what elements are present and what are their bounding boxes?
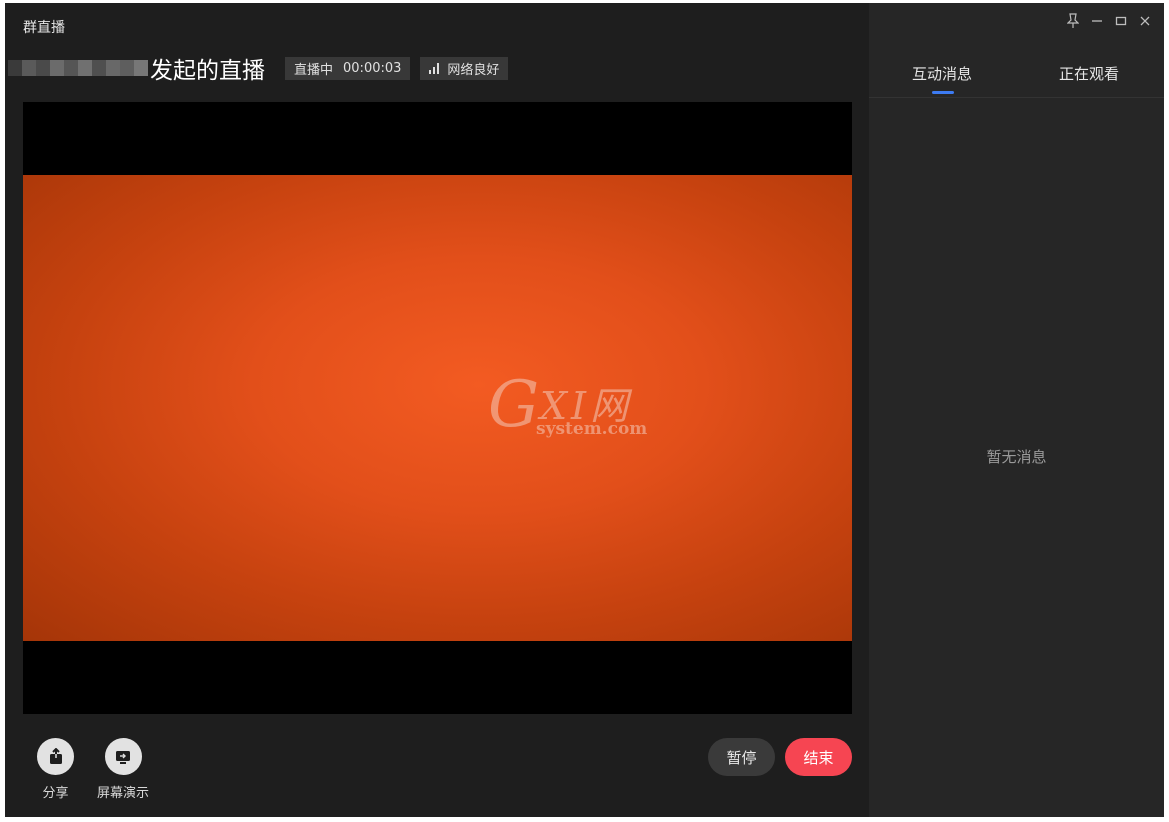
sidebar-panel: 互动消息 正在观看 暂无消息 [869,3,1164,817]
screen-share-label: 屏幕演示 [97,786,150,801]
mosaic-block [64,60,78,76]
mosaic-block [78,60,92,76]
active-tab-indicator [932,91,954,94]
end-button[interactable]: 结束 [785,738,852,776]
mosaic-block [92,60,106,76]
mosaic-block [36,60,50,76]
mosaic-block [106,60,120,76]
mosaic-block [50,60,64,76]
host-info-row: 发起的直播 直播中 00:00:03 网络良好 [5,51,509,85]
pin-icon[interactable] [1066,13,1080,29]
live-stream-window: 群直播 发起的直播 直播中 00:00:03 网络良好 G XI网 system… [5,3,1164,817]
pause-button[interactable]: 暂停 [708,738,775,776]
live-status-badge: 直播中 00:00:03 [285,56,411,80]
mosaic-block [8,60,22,76]
network-status-badge: 网络良好 [420,56,509,80]
live-status-label: 直播中 [294,62,334,78]
live-main-panel: 群直播 发起的直播 直播中 00:00:03 网络良好 G XI网 system… [5,3,869,817]
screen-share-icon[interactable] [104,738,142,775]
mosaic-block [134,60,148,76]
tab-now-watching[interactable]: 正在观看 [1059,63,1119,84]
mosaic-block [120,60,134,76]
signal-bars-icon [429,62,440,74]
sidebar-tabs: 互动消息 正在观看 [869,55,1164,98]
video-stage: G XI网 system.com [23,102,852,714]
host-title: 发起的直播 [150,58,265,84]
empty-messages-text: 暂无消息 [986,448,1047,466]
video-preview: G XI网 system.com [23,175,852,641]
share-button[interactable]: 分享 [37,738,74,801]
mosaic-block [22,60,36,76]
share-label: 分享 [42,786,69,801]
tab-interactive-messages[interactable]: 互动消息 [912,63,972,84]
maximize-icon[interactable] [1114,13,1128,29]
window-controls [1066,13,1152,29]
live-timer: 00:00:03 [343,60,402,76]
minimize-icon[interactable] [1090,13,1104,29]
share-icon[interactable] [37,738,74,775]
network-status-label: 网络良好 [447,62,500,78]
screen-share-button[interactable]: 屏幕演示 [97,738,149,801]
window-title: 群直播 [23,20,65,36]
watermark-logo: G XI网 system.com [488,368,648,442]
close-icon[interactable] [1138,13,1152,29]
blurred-host-name [8,53,150,83]
